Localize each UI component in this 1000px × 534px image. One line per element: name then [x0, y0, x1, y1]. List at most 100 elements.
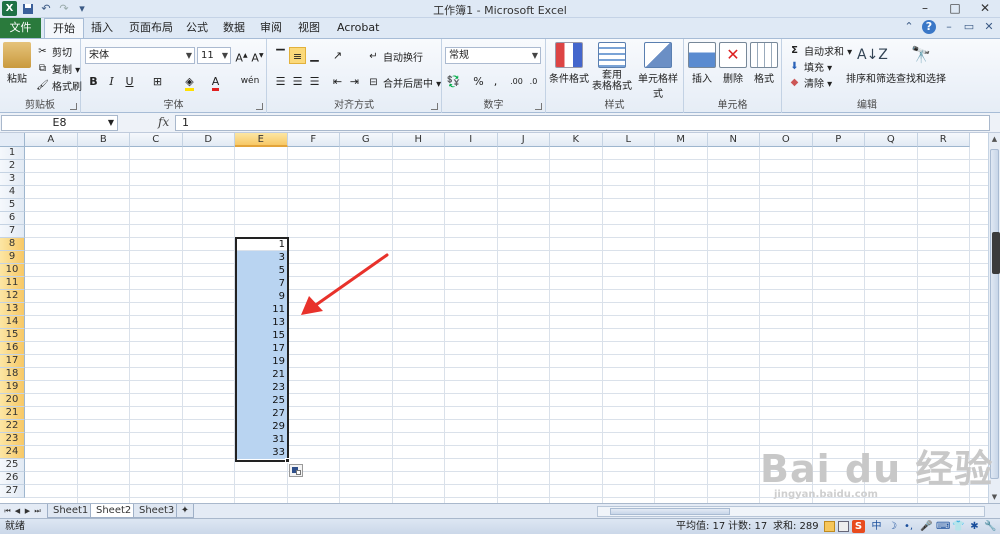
- decrease-decimal-icon[interactable]: .0: [525, 73, 542, 90]
- row-header-7[interactable]: 7: [0, 225, 25, 238]
- column-header-a[interactable]: A: [25, 133, 78, 147]
- tab-view[interactable]: 视图: [290, 18, 328, 38]
- cell-e17[interactable]: 19: [236, 355, 288, 368]
- paste-button[interactable]: 粘贴: [3, 42, 31, 85]
- doc-close-icon[interactable]: ✕: [982, 20, 996, 34]
- cell-e12[interactable]: 9: [236, 290, 288, 303]
- column-header-g[interactable]: G: [340, 133, 393, 147]
- fill-handle[interactable]: [285, 458, 290, 463]
- formula-input[interactable]: 1: [175, 115, 990, 131]
- row-header-18[interactable]: 18: [0, 368, 25, 381]
- cell-e18[interactable]: 21: [236, 368, 288, 381]
- delete-cells-button[interactable]: ✕ 删除: [718, 42, 748, 85]
- auto-fill-options-icon[interactable]: [289, 464, 303, 477]
- row-header-3[interactable]: 3: [0, 173, 25, 186]
- mic-icon[interactable]: 🎤: [920, 520, 933, 533]
- font-size-combo[interactable]: 11 ▼: [197, 47, 231, 64]
- column-header-d[interactable]: D: [182, 133, 235, 147]
- cell-e19[interactable]: 23: [236, 381, 288, 394]
- clear-button[interactable]: ◆ 清除 ▾: [788, 74, 833, 90]
- column-header-b[interactable]: B: [77, 133, 130, 147]
- user-icon[interactable]: 👕: [952, 520, 965, 533]
- cell-e8[interactable]: 1: [236, 238, 288, 251]
- minimize-icon[interactable]: –: [910, 0, 940, 18]
- normal-view-icon[interactable]: [824, 521, 835, 532]
- close-icon[interactable]: ✕: [970, 0, 1000, 18]
- percent-button[interactable]: %: [470, 73, 487, 90]
- insert-function-icon[interactable]: fx: [158, 115, 169, 129]
- punctuation-icon[interactable]: •,: [902, 520, 915, 533]
- cell-e11[interactable]: 7: [236, 277, 288, 290]
- row-header-27[interactable]: 27: [0, 485, 25, 498]
- row-header-2[interactable]: 2: [0, 160, 25, 173]
- maximize-icon[interactable]: □: [940, 0, 970, 18]
- decrease-indent-icon[interactable]: ⇤: [329, 73, 346, 90]
- font-color-icon[interactable]: A: [207, 73, 224, 91]
- fill-color-icon[interactable]: ◈: [181, 73, 198, 91]
- tab-insert[interactable]: 插入: [83, 18, 121, 38]
- ime-mode[interactable]: 中: [870, 520, 883, 533]
- insert-sheet-icon[interactable]: ✦: [176, 504, 194, 518]
- row-header-5[interactable]: 5: [0, 199, 25, 212]
- last-sheet-icon[interactable]: ⏭: [33, 505, 42, 517]
- wrap-text-button[interactable]: ↵ 自动换行: [367, 48, 423, 64]
- grow-font-icon[interactable]: A▲: [233, 47, 250, 65]
- column-header-e[interactable]: E: [235, 133, 288, 147]
- dialog-launcher-icon[interactable]: [535, 103, 542, 110]
- doc-restore-icon[interactable]: ▭: [962, 20, 976, 34]
- row-header-23[interactable]: 23: [0, 433, 25, 446]
- cell-e13[interactable]: 11: [236, 303, 288, 316]
- sogou-ime-icon[interactable]: S: [852, 520, 865, 533]
- row-header-19[interactable]: 19: [0, 381, 25, 394]
- column-header-c[interactable]: C: [130, 133, 183, 147]
- column-header-l[interactable]: L: [602, 133, 655, 147]
- underline-button[interactable]: U: [121, 73, 138, 90]
- autosum-button[interactable]: Σ 自动求和 ▾: [788, 42, 852, 58]
- borders-icon[interactable]: ⊞: [149, 73, 166, 90]
- cell-e10[interactable]: 5: [236, 264, 288, 277]
- doc-minimize-icon[interactable]: –: [942, 20, 956, 34]
- row-header-4[interactable]: 4: [0, 186, 25, 199]
- row-header-8[interactable]: 8: [0, 238, 25, 251]
- sheet-tab-sheet2[interactable]: Sheet2: [90, 504, 138, 518]
- fill-button[interactable]: ⬇ 填充 ▾: [788, 58, 832, 74]
- shrink-font-icon[interactable]: A▼: [249, 47, 266, 65]
- cell-e15[interactable]: 15: [236, 329, 288, 342]
- column-header-k[interactable]: K: [550, 133, 603, 147]
- sort-filter-button[interactable]: A↓Z 排序和筛选: [846, 42, 896, 85]
- insert-cells-button[interactable]: 插入: [687, 42, 717, 85]
- align-bottom-icon[interactable]: ▁: [306, 47, 323, 64]
- side-panel-grip[interactable]: [992, 232, 1000, 274]
- find-select-button[interactable]: 🔭 查找和选择: [896, 42, 946, 85]
- tab-home[interactable]: 开始: [44, 18, 84, 39]
- column-header-j[interactable]: J: [497, 133, 550, 147]
- row-header-16[interactable]: 16: [0, 342, 25, 355]
- scroll-thumb[interactable]: [990, 149, 999, 479]
- cell-e9[interactable]: 3: [236, 251, 288, 264]
- moon-icon[interactable]: ☽: [886, 520, 899, 533]
- cut-button[interactable]: ✂ 剪切: [36, 43, 72, 59]
- column-header-o[interactable]: O: [760, 133, 813, 147]
- format-cells-button[interactable]: 格式: [749, 42, 779, 85]
- row-header-12[interactable]: 12: [0, 290, 25, 303]
- row-header-24[interactable]: 24: [0, 446, 25, 459]
- row-header-15[interactable]: 15: [0, 329, 25, 342]
- number-format-combo[interactable]: 常规 ▼: [445, 47, 541, 64]
- column-header-h[interactable]: H: [392, 133, 445, 147]
- column-header-r[interactable]: R: [917, 133, 970, 147]
- row-header-26[interactable]: 26: [0, 472, 25, 485]
- column-header-f[interactable]: F: [287, 133, 340, 147]
- cell-e24[interactable]: 33: [236, 446, 288, 459]
- next-sheet-icon[interactable]: ▶: [23, 505, 32, 517]
- prev-sheet-icon[interactable]: ◀: [13, 505, 22, 517]
- cell-e21[interactable]: 27: [236, 407, 288, 420]
- cell-styles-button[interactable]: 单元格样式: [634, 42, 682, 100]
- row-header-21[interactable]: 21: [0, 407, 25, 420]
- align-top-icon[interactable]: ▔: [272, 47, 289, 64]
- row-header-9[interactable]: 9: [0, 251, 25, 264]
- tab-data[interactable]: 数据: [215, 18, 253, 38]
- increase-decimal-icon[interactable]: .00: [508, 73, 525, 90]
- row-header-11[interactable]: 11: [0, 277, 25, 290]
- tab-review[interactable]: 审阅: [252, 18, 290, 38]
- orientation-icon[interactable]: ↗: [329, 47, 346, 64]
